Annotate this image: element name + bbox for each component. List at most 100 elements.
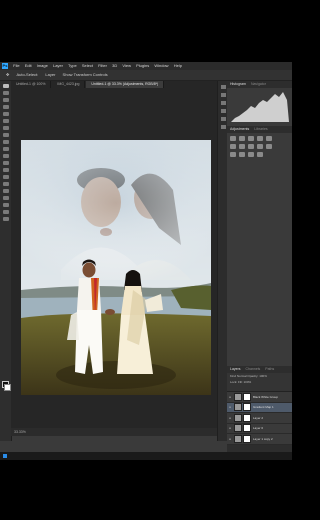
menu-3d[interactable]: 3D — [112, 63, 117, 68]
properties-panel-icon[interactable] — [220, 93, 226, 97]
brightness-contrast-icon[interactable] — [230, 136, 236, 141]
menu-file[interactable]: File — [13, 63, 19, 68]
layer-name: Layer 0 — [253, 426, 264, 431]
brush-panel-icon[interactable] — [220, 101, 226, 105]
layer-mask-thumbnail — [243, 424, 251, 433]
taskbar — [0, 452, 292, 460]
layer-row[interactable]: ● Layer 1 copy 2 — [227, 434, 292, 445]
eye-icon[interactable]: ● — [228, 405, 232, 409]
levels-icon[interactable] — [239, 136, 245, 141]
auto-select-target[interactable]: Layer — [45, 72, 55, 77]
layer-name: Gradient Map 1 — [253, 405, 274, 410]
document-tab[interactable]: Untitled-1 @ 100% — [11, 81, 52, 88]
move-tool-icon[interactable]: ✥ — [6, 72, 9, 77]
history-panel-icon[interactable] — [220, 85, 226, 89]
layer-thumbnail — [234, 392, 242, 401]
layer-thumbnail — [234, 424, 242, 433]
hue-saturation-icon[interactable] — [230, 144, 236, 149]
options-bar: ✥ Auto-Select: Layer Show Transform Cont… — [0, 70, 292, 81]
menu-filter[interactable]: Filter — [98, 63, 107, 68]
black-white-icon[interactable] — [248, 144, 254, 149]
menu-help[interactable]: Help — [174, 63, 182, 68]
auto-select-checkbox[interactable]: Auto-Select: — [16, 72, 38, 77]
blur-tool-icon[interactable] — [2, 168, 9, 172]
quick-select-tool-icon[interactable] — [2, 105, 9, 109]
menu-type[interactable]: Type — [68, 63, 77, 68]
menu-edit[interactable]: Edit — [25, 63, 32, 68]
layer-row[interactable]: ● Layer 0 — [227, 424, 292, 434]
layer-thumbnail — [234, 403, 242, 412]
opacity-field[interactable]: Opacity: 100% — [247, 374, 267, 378]
threshold-icon[interactable] — [248, 152, 254, 157]
histogram-graph-svg — [227, 88, 292, 126]
layer-thumbnail — [234, 434, 242, 443]
layer-row[interactable]: ● Black White Group — [227, 392, 292, 403]
canvas-area[interactable] — [11, 88, 217, 428]
menu-select[interactable]: Select — [82, 63, 93, 68]
tab-channels[interactable]: Channels — [246, 367, 261, 371]
eye-icon[interactable]: ● — [228, 395, 232, 399]
eyedropper-tool-icon[interactable] — [2, 119, 9, 123]
eraser-tool-icon[interactable] — [2, 154, 9, 158]
layer-row[interactable]: ● Gradient Map 1 — [227, 402, 292, 413]
brush-tool-icon[interactable] — [2, 133, 9, 137]
pen-tool-icon[interactable] — [2, 182, 9, 186]
layer-row[interactable]: ● Layer 2 — [227, 413, 292, 424]
exposure-icon[interactable] — [257, 136, 263, 141]
menu-window[interactable]: Window — [154, 63, 168, 68]
crop-tool-icon[interactable] — [2, 112, 9, 116]
photo-filter-icon[interactable] — [257, 144, 263, 149]
menu-view[interactable]: View — [122, 63, 131, 68]
channel-mixer-icon[interactable] — [266, 144, 272, 149]
color-balance-icon[interactable] — [239, 144, 245, 149]
layers-footer-toolbar — [227, 445, 292, 452]
eye-icon[interactable]: ● — [228, 426, 232, 430]
layers-panel: Layers Channels Paths Kind Normal Opacit… — [227, 366, 292, 452]
gradient-map-icon[interactable] — [257, 152, 263, 157]
background-color-swatch[interactable] — [4, 384, 11, 391]
move-tool-icon[interactable] — [2, 84, 9, 88]
adjustments-grid — [227, 133, 292, 157]
dodge-tool-icon[interactable] — [2, 175, 9, 179]
menu-image[interactable]: Image — [37, 63, 48, 68]
show-transform-checkbox[interactable]: Show Transform Controls — [63, 72, 108, 77]
tab-paths[interactable]: Paths — [265, 367, 274, 371]
eye-icon[interactable]: ● — [228, 437, 232, 441]
path-select-tool-icon[interactable] — [2, 196, 9, 200]
tab-adjustments[interactable]: Adjustments — [230, 127, 249, 131]
history-brush-tool-icon[interactable] — [2, 147, 9, 151]
tab-layers[interactable]: Layers — [230, 367, 241, 371]
hand-tool-icon[interactable] — [2, 210, 9, 214]
document-tab-active[interactable]: Untitled-1 @ 33.3% (Adjustments, RGB/8*) — [86, 81, 165, 88]
layer-name: Layer 1 copy 2 — [253, 436, 273, 441]
swatches-panel-icon[interactable] — [220, 125, 226, 129]
menu-layer[interactable]: Layer — [53, 63, 63, 68]
windows-start-icon[interactable] — [3, 454, 7, 458]
healing-brush-tool-icon[interactable] — [2, 126, 9, 130]
curves-icon[interactable] — [248, 136, 254, 141]
menu-plugins[interactable]: Plugins — [136, 63, 149, 68]
document-tab[interactable]: IMG_4423.jpg — [52, 81, 86, 88]
tab-navigator[interactable]: Navigator — [251, 82, 266, 86]
zoom-tool-icon[interactable] — [2, 217, 9, 221]
tab-histogram[interactable]: Histogram — [230, 82, 246, 86]
lasso-tool-icon[interactable] — [2, 98, 9, 102]
fill-field[interactable]: Fill: 100% — [238, 380, 251, 384]
blend-mode-select[interactable]: Normal — [237, 374, 247, 378]
invert-icon[interactable] — [230, 152, 236, 157]
layer-mask-thumbnail — [243, 403, 251, 412]
character-panel-icon[interactable] — [220, 109, 226, 113]
vibrance-icon[interactable] — [266, 136, 272, 141]
eye-icon[interactable]: ● — [228, 416, 232, 420]
marquee-tool-icon[interactable] — [2, 91, 9, 95]
right-panels: Histogram Navigator Adjustments Librarie… — [227, 81, 292, 452]
kind-filter[interactable]: Kind — [230, 374, 236, 378]
tab-libraries[interactable]: Libraries — [254, 127, 267, 131]
layer-mask-thumbnail — [243, 392, 251, 401]
gradient-tool-icon[interactable] — [2, 161, 9, 165]
posterize-icon[interactable] — [239, 152, 245, 157]
clone-stamp-tool-icon[interactable] — [2, 140, 9, 144]
shape-tool-icon[interactable] — [2, 203, 9, 207]
type-tool-icon[interactable] — [2, 189, 9, 193]
paragraph-panel-icon[interactable] — [220, 117, 226, 121]
